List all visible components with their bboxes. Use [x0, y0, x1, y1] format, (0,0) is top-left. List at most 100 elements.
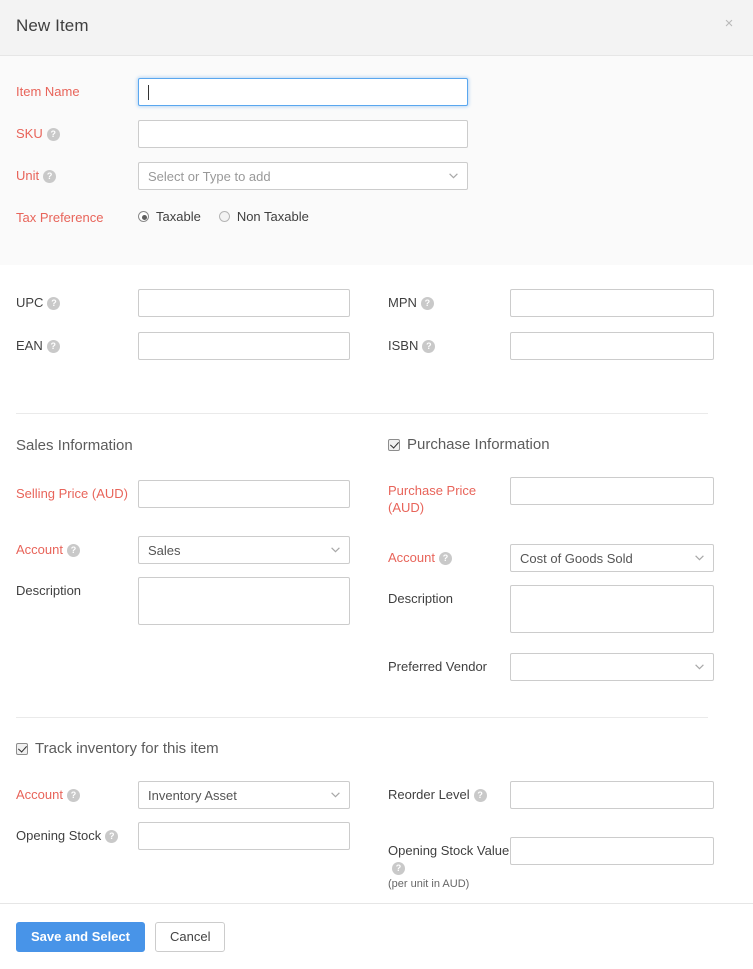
- upc-input[interactable]: [138, 289, 350, 317]
- opening-stock-value-label: Opening Stock Value? (per unit in AUD): [388, 837, 510, 892]
- purchase-description-control: [510, 585, 714, 638]
- mpn-label-text: MPN: [388, 295, 417, 310]
- inventory-columns: Account? Inventory Asset Opening Stock ?…: [16, 781, 737, 904]
- field-unit: Unit? Select or Type to add: [16, 162, 737, 190]
- sku-label: SKU?: [16, 120, 138, 142]
- purchase-information-heading: Purchase Information: [388, 436, 728, 453]
- purchase-information-checkbox[interactable]: [388, 438, 400, 451]
- item-name-control: [138, 78, 468, 106]
- help-icon[interactable]: ?: [422, 340, 436, 353]
- purchase-information-label: Purchase Information: [407, 436, 550, 453]
- new-item-modal: New Item × Item Name SKU? Unit? Select o…: [0, 0, 753, 969]
- purchase-account-select[interactable]: Cost of Goods Sold: [510, 544, 714, 572]
- sku-label-text: SKU: [16, 126, 43, 141]
- identifiers-left-column: UPC? EAN?: [16, 289, 388, 372]
- sales-account-select[interactable]: Sales: [138, 536, 350, 564]
- sales-purchase-section: Sales Information Selling Price (AUD) Ac…: [0, 414, 753, 718]
- preferred-vendor-control: [510, 653, 714, 681]
- sales-information-heading: Sales Information: [16, 437, 133, 454]
- selling-price-control: [138, 480, 350, 508]
- unit-select-value: Select or Type to add: [148, 169, 271, 184]
- field-purchase-account: Account? Cost of Goods Sold: [388, 544, 728, 572]
- inventory-account-select[interactable]: Inventory Asset: [138, 781, 350, 809]
- help-icon[interactable]: ?: [420, 297, 434, 310]
- modal-footer: Save and Select Cancel: [0, 903, 753, 969]
- track-inventory-heading: Track inventory for this item: [16, 740, 737, 757]
- unit-select[interactable]: Select or Type to add: [138, 162, 468, 190]
- ean-label-text: EAN: [16, 338, 43, 353]
- identifiers-section: UPC? EAN? MPN ? ISBN ?: [0, 265, 753, 414]
- upc-control: [138, 289, 350, 317]
- opening-stock-value-control: [510, 837, 714, 865]
- purchase-description-label: Description: [388, 591, 454, 606]
- opening-stock-input[interactable]: [138, 822, 350, 850]
- sku-control: [138, 120, 468, 148]
- help-icon[interactable]: ?: [47, 297, 61, 310]
- help-icon[interactable]: ?: [66, 789, 80, 802]
- purchase-account-value: Cost of Goods Sold: [520, 551, 633, 566]
- preferred-vendor-select[interactable]: [510, 653, 714, 681]
- sku-input[interactable]: [138, 120, 468, 148]
- opening-stock-value-input[interactable]: [510, 837, 714, 865]
- save-and-select-button[interactable]: Save and Select: [16, 921, 145, 952]
- help-icon[interactable]: ?: [392, 862, 405, 875]
- inventory-right-column: Reorder Level? Opening Stock Value? (per…: [388, 781, 728, 904]
- purchase-description-textarea[interactable]: [510, 585, 714, 633]
- reorder-level-input[interactable]: [510, 781, 714, 809]
- chevron-down-icon: [449, 163, 458, 189]
- opening-stock-value-label-text: Opening Stock Value: [388, 843, 510, 858]
- radio-non-taxable-label: Non Taxable: [236, 209, 309, 224]
- reorder-level-label-text: Reorder Level: [388, 787, 470, 802]
- page-title: New Item: [16, 16, 89, 35]
- help-icon[interactable]: ?: [438, 552, 452, 565]
- close-icon[interactable]: ×: [721, 16, 737, 32]
- help-icon[interactable]: ?: [105, 830, 119, 843]
- opening-stock-label: Opening Stock?: [16, 822, 138, 844]
- unit-label: Unit?: [16, 162, 138, 184]
- item-name-input[interactable]: [138, 78, 468, 106]
- purchase-account-label-text: Account: [388, 550, 435, 565]
- identifiers-right-column: MPN? ISBN?: [388, 289, 728, 372]
- ean-label: EAN?: [16, 332, 138, 354]
- sales-purchase-columns: Sales Information Selling Price (AUD) Ac…: [16, 436, 737, 693]
- radio-non-taxable-dot[interactable]: [218, 211, 230, 222]
- inventory-section: Track inventory for this item Account? I…: [0, 718, 753, 904]
- purchase-price-control: [510, 477, 714, 505]
- purchase-information-column: Purchase Information Purchase Price (AUD…: [388, 436, 728, 693]
- chevron-down-icon: [331, 782, 340, 808]
- chevron-down-icon: [331, 537, 340, 563]
- radio-taxable[interactable]: Taxable: [138, 209, 201, 224]
- isbn-input[interactable]: [510, 332, 714, 360]
- purchase-price-input[interactable]: [510, 477, 714, 505]
- opening-stock-label-text: Opening Stock: [16, 828, 102, 843]
- sales-description-textarea[interactable]: [138, 577, 350, 625]
- tax-preference-control: Taxable Non Taxable: [138, 204, 327, 224]
- cancel-button[interactable]: Cancel: [155, 921, 226, 952]
- selling-price-input[interactable]: [138, 480, 350, 508]
- help-icon[interactable]: ?: [473, 789, 487, 802]
- purchase-account-control: Cost of Goods Sold: [510, 544, 714, 572]
- ean-input[interactable]: [138, 332, 350, 360]
- help-icon[interactable]: ?: [46, 340, 60, 353]
- radio-non-taxable[interactable]: Non Taxable: [218, 209, 309, 224]
- ean-control: [138, 332, 350, 360]
- mpn-input[interactable]: [510, 289, 714, 317]
- inventory-account-value: Inventory Asset: [148, 788, 237, 803]
- help-icon[interactable]: ?: [66, 544, 80, 557]
- field-sku: SKU?: [16, 120, 737, 148]
- field-item-name: Item Name: [16, 78, 737, 106]
- sales-description-label: Description: [16, 583, 82, 598]
- field-sales-description: Description: [16, 577, 388, 630]
- reorder-level-control: [510, 781, 714, 809]
- unit-label-text: Unit: [16, 168, 40, 183]
- help-icon[interactable]: ?: [46, 128, 60, 141]
- field-opening-stock: Opening Stock?: [16, 822, 388, 850]
- mpn-control: [510, 289, 714, 317]
- chevron-down-icon: [695, 545, 704, 571]
- help-icon[interactable]: ?: [43, 170, 57, 183]
- radio-taxable-dot[interactable]: [138, 211, 149, 222]
- field-sales-account: Account? Sales: [16, 536, 388, 564]
- chevron-down-icon: [695, 654, 704, 680]
- selling-price-label: Selling Price (AUD): [16, 486, 128, 501]
- track-inventory-checkbox[interactable]: [16, 742, 28, 755]
